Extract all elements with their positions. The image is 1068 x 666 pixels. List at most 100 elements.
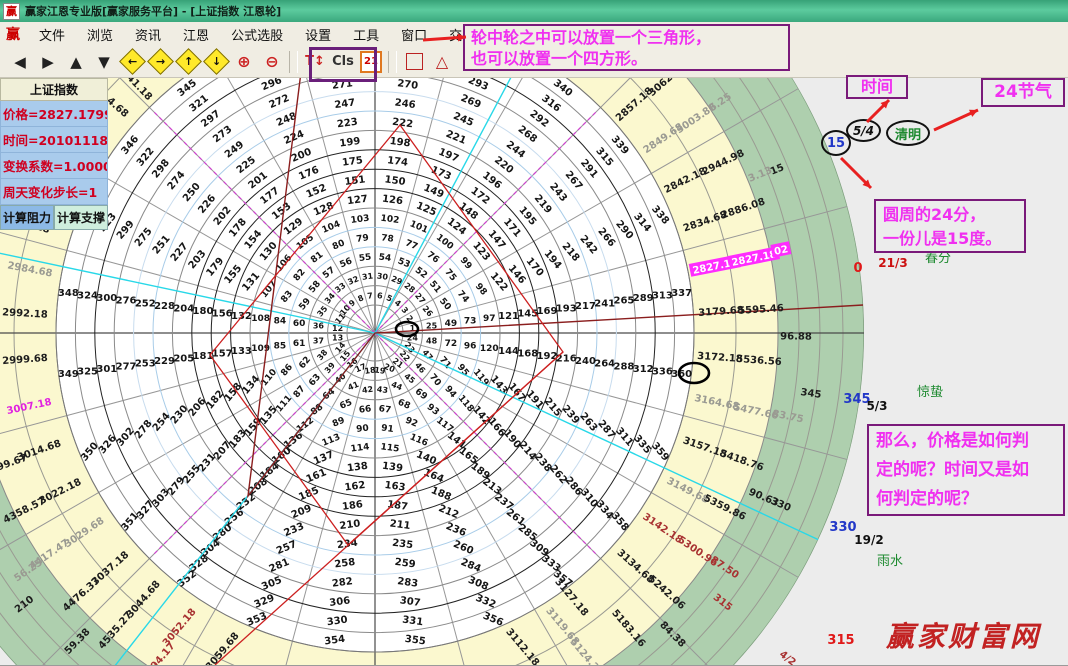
wheel-number: 217 bbox=[575, 301, 596, 312]
svg-text:96.88: 96.88 bbox=[780, 331, 812, 342]
nav-left-icon[interactable]: ◀ bbox=[7, 49, 33, 75]
zoom-out-icon[interactable]: ⊖ bbox=[259, 49, 285, 75]
menu-logo-icon: 赢 bbox=[6, 24, 20, 44]
wheel-number: 157 bbox=[212, 349, 233, 360]
pan-right-icon[interactable]: → bbox=[147, 49, 173, 75]
menu-item-3[interactable]: 江恩 bbox=[172, 23, 220, 46]
wheel-number: 288 bbox=[614, 361, 635, 372]
wheel-number: 228 bbox=[154, 301, 175, 312]
menu-item-6[interactable]: 工具 bbox=[342, 23, 390, 46]
wheel-number: 54 bbox=[378, 253, 392, 265]
menu-item-2[interactable]: 资讯 bbox=[124, 23, 172, 46]
calc-support-button[interactable]: 计算支撑 bbox=[54, 205, 108, 230]
annotation-wheel-shapes: 轮中轮之中可以放置一个三角形， 也可以放置一个四方形。 bbox=[463, 24, 790, 71]
pan-down-icon[interactable]: ↓ bbox=[203, 49, 229, 75]
wheel-number: 84 bbox=[274, 317, 287, 327]
step-value: 周天变化步长=1 bbox=[0, 179, 108, 205]
annotation-question: 那么，价格是如何判 定的呢？时间又是如 何判定的呢？ bbox=[867, 424, 1065, 516]
app-logo-icon: 赢 bbox=[3, 3, 20, 20]
wheel-number: 205 bbox=[173, 354, 194, 365]
app-window: 1234567891011121314151617181920212223242… bbox=[0, 0, 1068, 666]
wheel-number: 169 bbox=[537, 306, 558, 317]
menu-item-1[interactable]: 浏览 bbox=[76, 23, 124, 46]
wheel-number: 349 bbox=[58, 369, 79, 380]
nav-down-icon[interactable]: ▼ bbox=[91, 49, 117, 75]
wheel-number: 43 bbox=[376, 385, 388, 395]
circled-qingming: 清明 bbox=[886, 120, 930, 146]
site-watermark: 赢家财富网 bbox=[886, 615, 1066, 660]
title-bar: 赢 赢家江恩专业版[赢家服务平台] - [上证指数 江恩轮] bbox=[0, 0, 1068, 22]
svg-text:4/2: 4/2 bbox=[777, 649, 798, 665]
wheel-number: 48 bbox=[426, 336, 438, 345]
wheel-number: 49 bbox=[445, 319, 458, 329]
nav-right-icon[interactable]: ▶ bbox=[35, 49, 61, 75]
annotation-circle-24-divisions: 圆周的24分， 一份儿是15度。 bbox=[874, 199, 1026, 253]
wheel-number: 336 bbox=[652, 366, 673, 377]
nav-up-icon[interactable]: ▲ bbox=[63, 49, 89, 75]
wheel-number: 241 bbox=[594, 298, 615, 309]
wheel-group: 1234567891011121314151617181920212223242… bbox=[0, 0, 864, 665]
wheel-number: 7 bbox=[367, 291, 374, 301]
wheel-number: 30 bbox=[376, 271, 389, 281]
calc-resistance-button[interactable]: 计算阻力 bbox=[0, 205, 54, 230]
wheel-number: 312 bbox=[633, 364, 654, 375]
annotation-line: 一份儿是15度。 bbox=[883, 227, 1017, 251]
degree-label: 惊蛰 bbox=[917, 385, 943, 400]
wheel-number: 180 bbox=[193, 306, 214, 317]
wheel-number: 181 bbox=[193, 351, 214, 362]
square-tool-icon[interactable] bbox=[401, 49, 427, 75]
degree-label: 春分 bbox=[925, 251, 951, 266]
annotation-24-solar-terms: 24节气 bbox=[981, 78, 1065, 107]
degree-label: 19/2 bbox=[854, 533, 883, 547]
wheel-number: 301 bbox=[96, 364, 117, 375]
toolbar-highlight-box bbox=[309, 47, 377, 82]
menu-item-7[interactable]: 窗口 bbox=[390, 23, 438, 46]
zoom-in-icon[interactable]: ⊕ bbox=[231, 49, 257, 75]
degree-label: 雨水 bbox=[877, 554, 903, 569]
triangle-tool-icon[interactable]: △ bbox=[429, 49, 455, 75]
wheel-number: 79 bbox=[356, 233, 370, 245]
wheel-number: 289 bbox=[633, 293, 654, 304]
gann-wheel-canvas[interactable]: 1234567891011121314151617181920212223242… bbox=[0, 0, 1068, 665]
annotation-line: 轮中轮之中可以放置一个三角形， bbox=[471, 27, 782, 48]
wheel-number: 121 bbox=[498, 311, 519, 322]
price-value: 价格=2827.1799 bbox=[0, 101, 108, 127]
wheel-number: 133 bbox=[231, 346, 252, 357]
wheel-number: 204 bbox=[173, 303, 194, 314]
wheel-number: 91 bbox=[381, 423, 395, 435]
menu-item-0[interactable]: 文件 bbox=[28, 23, 76, 46]
wheel-number: 61 bbox=[293, 339, 306, 349]
time-value: 时间=20101118 bbox=[0, 127, 108, 153]
wheel-number: 73 bbox=[464, 317, 477, 327]
wheel-number: 85 bbox=[274, 342, 287, 352]
annotation-line: 也可以放置一个四方形。 bbox=[471, 48, 782, 69]
wheel-number: 108 bbox=[251, 314, 270, 324]
degree-label: 0 bbox=[853, 261, 862, 276]
wheel-number: 97 bbox=[483, 314, 496, 324]
degree-label: 330 bbox=[829, 520, 856, 535]
wheel-number: 72 bbox=[445, 339, 458, 349]
wheel-number: 264 bbox=[594, 359, 615, 370]
menu-item-5[interactable]: 设置 bbox=[294, 23, 342, 46]
wheel-number: 348 bbox=[58, 288, 79, 299]
wheel-number: 337 bbox=[671, 288, 692, 299]
wheel-number: 324 bbox=[77, 291, 98, 302]
degree-label: 21/3 bbox=[878, 256, 907, 270]
pan-up-icon[interactable]: ↑ bbox=[175, 49, 201, 75]
menu-item-4[interactable]: 公式选股 bbox=[220, 23, 294, 46]
wheel-number: 252 bbox=[135, 298, 156, 309]
index-title: 上证指数 bbox=[0, 78, 108, 101]
wheel-number: 78 bbox=[381, 233, 395, 245]
price-label: 4/2 bbox=[777, 649, 798, 665]
circled-date-5-4: 5/4 bbox=[846, 119, 881, 142]
wheel-number: 36 bbox=[313, 321, 325, 330]
transform-coefficient: 变换系数=1.00000 bbox=[0, 153, 108, 179]
annotation-time-label: 时间 bbox=[846, 75, 908, 99]
wheel-number: 66 bbox=[358, 404, 372, 416]
toolbar-separator bbox=[388, 51, 397, 73]
pan-left-icon[interactable]: ← bbox=[119, 49, 145, 75]
wheel-number: 31 bbox=[361, 271, 374, 281]
annotation-line: 那么，价格是如何判 bbox=[876, 427, 1056, 456]
wheel-number: 253 bbox=[135, 359, 156, 370]
wheel-number: 265 bbox=[614, 296, 635, 307]
